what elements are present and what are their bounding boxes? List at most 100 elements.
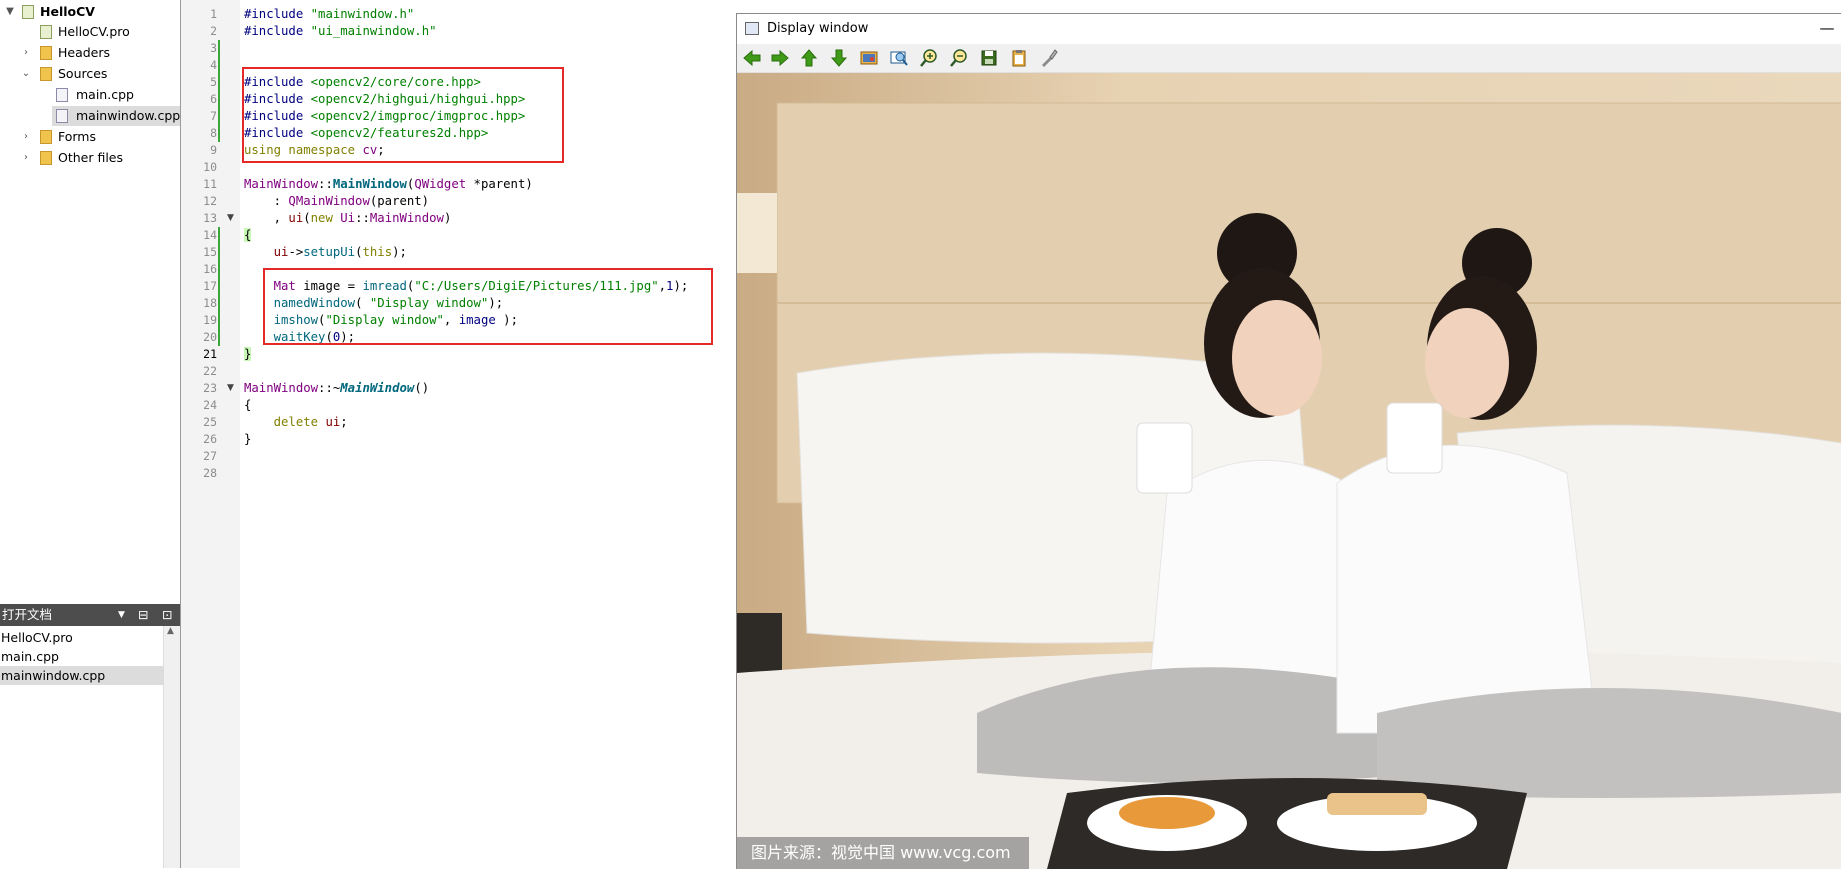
window-titlebar[interactable]: Display window — [737, 14, 1841, 44]
line-number: 3 [210, 41, 217, 55]
chevron-right-icon[interactable]: › [20, 148, 32, 168]
dropdown-arrow-icon[interactable]: ▼ [118, 604, 125, 626]
chevron-down-icon[interactable]: ⌄ [20, 64, 32, 84]
line-number: 12 [203, 194, 217, 208]
tree-item-headers[interactable]: › Headers [0, 43, 180, 63]
code-token: this [362, 245, 393, 259]
project-panel: ▼ HelloCV HelloCV.pro › Headers ⌄ Source… [0, 0, 181, 604]
close-panel-icon[interactable]: ⊡ [162, 604, 172, 626]
code-token: :: [355, 211, 370, 225]
bedroom-photo [737, 73, 1841, 869]
code-token: Ui [340, 211, 356, 225]
open-documents-scrollbar[interactable]: ▲ [163, 626, 180, 868]
line-number: 10 [203, 160, 217, 174]
code-token: ( [303, 211, 311, 225]
tree-item-label: Sources [58, 66, 108, 81]
code-editor[interactable]: 1 2 3 4 5 6 7 8 9 10 11 12 13 14 15 16 1… [181, 0, 736, 868]
zoom-out-icon[interactable] [948, 47, 970, 69]
tree-item-label: main.cpp [76, 87, 134, 102]
pan-down-icon[interactable] [828, 47, 850, 69]
scroll-up-icon[interactable]: ▲ [167, 626, 174, 636]
line-number: 4 [210, 58, 217, 72]
line-number-gutter: 1 2 3 4 5 6 7 8 9 10 11 12 13 14 15 16 1… [181, 0, 240, 868]
code-token: (parent) [369, 194, 430, 208]
tree-item-forms[interactable]: › Forms [0, 127, 180, 147]
code-line-15: ui->setupUi(this); [244, 244, 407, 261]
tree-item-hellocv[interactable]: ▼ HelloCV [0, 2, 180, 22]
properties-icon[interactable] [1038, 47, 1060, 69]
window-app-icon [745, 22, 759, 35]
open-document-item[interactable]: mainwindow.cpp [0, 666, 165, 685]
code-token: ui [325, 415, 341, 429]
forms-folder-icon [40, 130, 52, 144]
line-number: 25 [203, 415, 217, 429]
display-window[interactable]: Display window — 图片来源：视觉中国 www.vcg.com [736, 13, 1841, 869]
copy-icon[interactable] [1008, 47, 1030, 69]
open-documents-title: 打开文档 [2, 607, 53, 622]
line-number: 27 [203, 449, 217, 463]
zoom-fit-icon[interactable] [888, 47, 910, 69]
split-icon[interactable]: ⊟ [138, 604, 148, 626]
code-line-21: } [244, 346, 252, 363]
line-number: 18 [203, 296, 217, 310]
tree-item-mainwindow-cpp[interactable]: mainwindow.cpp [52, 106, 180, 126]
code-token: ) [443, 211, 452, 225]
project-icon [22, 5, 34, 19]
line-number: 2 [210, 24, 217, 38]
pan-right-icon[interactable] [769, 47, 791, 69]
sources-folder-icon [40, 67, 52, 81]
code-token: new [310, 211, 341, 225]
highlight-box-opencv-code [263, 268, 713, 345]
minimize-button[interactable]: — [1812, 14, 1841, 44]
cpp-file-icon [56, 88, 68, 102]
tree-item-sources[interactable]: ⌄ Sources [0, 64, 180, 84]
code-token: #include [244, 7, 311, 21]
code-token: #include [244, 24, 311, 38]
cpp-file-icon [56, 109, 68, 123]
line-number: 6 [210, 92, 217, 106]
open-documents-header: 打开文档 ▼ ⊟ ⊡ [0, 604, 180, 626]
line-number-current: 21 [203, 347, 217, 361]
code-token: MainWindow [244, 177, 319, 191]
change-marker [218, 227, 220, 346]
change-marker [218, 40, 220, 142]
pan-up-icon[interactable] [798, 47, 820, 69]
code-token: setupUi [303, 245, 356, 259]
fold-marker-icon[interactable]: ▼ [227, 210, 234, 227]
chevron-right-icon[interactable]: › [20, 43, 32, 63]
save-icon[interactable] [978, 47, 1000, 69]
code-token: MainWindow [332, 177, 407, 191]
tree-item-label: mainwindow.cpp [76, 108, 181, 123]
tree-item-label: Forms [58, 129, 97, 144]
code-token: "mainwindow.h" [310, 7, 415, 21]
tree-item-hellocv-pro[interactable]: HelloCV.pro [0, 22, 180, 42]
tree-item-other-files[interactable]: › Other files [0, 148, 180, 168]
displayed-image[interactable]: 图片来源：视觉中国 www.vcg.com [737, 73, 1841, 869]
code-token: QWidget [414, 177, 467, 191]
code-token: QMainWindow [288, 194, 370, 208]
tree-item-main-cpp[interactable]: main.cpp [0, 85, 180, 105]
code-token: { [244, 228, 252, 242]
chevron-right-icon[interactable]: › [20, 127, 32, 147]
chevron-down-icon[interactable]: ▼ [4, 2, 16, 22]
line-number: 1 [210, 7, 217, 21]
code-token: MainWindow [340, 381, 415, 395]
code-line-23: MainWindow::~MainWindow() [244, 380, 429, 397]
highlight-box-includes [242, 67, 564, 163]
zoom-image-icon[interactable] [858, 47, 880, 69]
line-number: 26 [203, 432, 217, 446]
pro-file-icon [40, 25, 52, 39]
headers-folder-icon [40, 46, 52, 60]
code-token: "ui_mainwindow.h" [310, 24, 437, 38]
zoom-in-icon[interactable] [918, 47, 940, 69]
pan-left-icon[interactable] [741, 47, 763, 69]
code-token: ui [273, 245, 289, 259]
code-line-24: { [244, 397, 251, 414]
line-number: 17 [203, 279, 217, 293]
open-document-item[interactable]: main.cpp [0, 647, 165, 666]
code-token: ::~ [318, 381, 341, 395]
open-document-item[interactable]: HelloCV.pro [0, 628, 165, 647]
fold-marker-icon[interactable]: ▼ [227, 380, 234, 397]
